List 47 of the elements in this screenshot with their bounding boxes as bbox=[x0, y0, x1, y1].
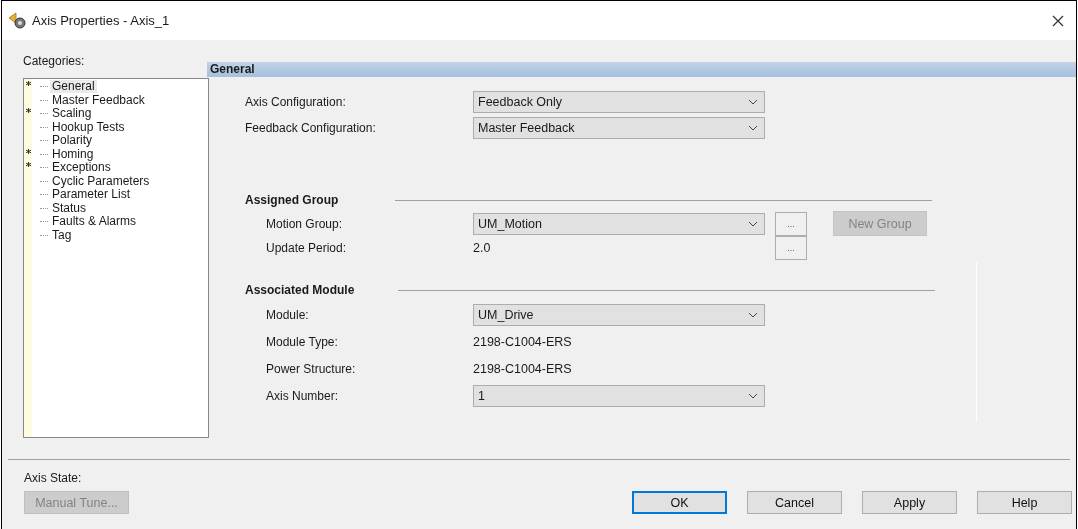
categories-label: Categories: bbox=[23, 53, 86, 69]
tree-item[interactable]: General bbox=[50, 80, 97, 94]
tree-item[interactable]: Exceptions bbox=[50, 161, 113, 175]
field-value: 2198-C1004-ERS bbox=[473, 362, 573, 376]
tree-item[interactable]: Homing bbox=[50, 147, 96, 161]
field-value: 2.0 bbox=[473, 240, 492, 255]
tree-item[interactable]: Polarity bbox=[50, 134, 94, 148]
chevron-down-icon bbox=[748, 312, 758, 318]
axis-state-label: Axis State: bbox=[24, 471, 83, 486]
chevron-down-icon bbox=[748, 393, 758, 399]
field-label: Axis Configuration: bbox=[245, 95, 347, 109]
tree-item[interactable]: Faults & Alarms bbox=[50, 215, 139, 229]
panel-header: General bbox=[207, 62, 1076, 77]
dropdown[interactable]: UM_Drive bbox=[473, 304, 765, 326]
chevron-down-icon bbox=[748, 220, 758, 227]
browse-button[interactable]: ... bbox=[775, 235, 807, 260]
tree-item[interactable]: Cyclic Parameters bbox=[50, 174, 152, 188]
tree-item[interactable]: Master Feedback bbox=[50, 93, 147, 107]
dialog-button[interactable]: Cancel bbox=[747, 491, 842, 514]
dialog-button[interactable]: Apply bbox=[862, 491, 957, 514]
tree-item[interactable]: Status bbox=[50, 201, 89, 215]
dropdown[interactable]: Master Feedback bbox=[473, 117, 765, 139]
dialog-button[interactable]: Help bbox=[977, 491, 1072, 514]
field-value: 2198-C1004-ERS bbox=[473, 335, 573, 349]
field-label: Power Structure: bbox=[265, 362, 357, 376]
field-label: Module: bbox=[265, 308, 310, 322]
tree-item[interactable]: Tag bbox=[50, 228, 74, 242]
field-label: Module Type: bbox=[265, 335, 339, 349]
window-title: Axis Properties - Axis_1 bbox=[32, 13, 171, 28]
field-label: Motion Group: bbox=[265, 216, 344, 231]
field-label: Feedback Configuration: bbox=[245, 121, 377, 135]
chevron-down-icon bbox=[748, 99, 758, 105]
tree-item[interactable]: Hookup Tests bbox=[50, 120, 127, 134]
section-title: Associated Module bbox=[245, 283, 356, 297]
dropdown[interactable]: 1 bbox=[473, 385, 765, 407]
dropdown[interactable]: Feedback Only bbox=[473, 91, 765, 113]
tree-item[interactable]: Parameter List bbox=[50, 188, 133, 202]
close-icon[interactable] bbox=[1052, 14, 1064, 27]
browse-button[interactable]: ... bbox=[775, 211, 807, 236]
tree-item[interactable]: Scaling bbox=[50, 107, 94, 121]
dialog-button[interactable]: OK bbox=[632, 491, 727, 514]
chevron-down-icon bbox=[748, 125, 758, 131]
axis-gear-icon bbox=[8, 11, 28, 30]
section-title: Assigned Group bbox=[245, 193, 340, 207]
dropdown[interactable]: UM_Motion bbox=[473, 212, 765, 235]
field-label: Update Period: bbox=[265, 240, 348, 255]
field-label: Axis Number: bbox=[265, 389, 340, 403]
